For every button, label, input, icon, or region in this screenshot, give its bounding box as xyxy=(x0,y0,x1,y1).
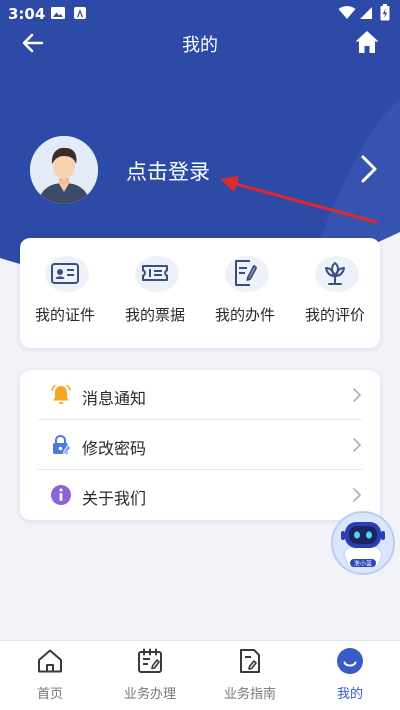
settings-menu-card: 消息通知 修改密码 关于我们 xyxy=(20,370,380,520)
menu-item-label: 修改密码 xyxy=(82,439,147,458)
my-receipts-item[interactable]: 我的票据 xyxy=(110,254,200,334)
menu-item-label: 消息通知 xyxy=(82,389,147,408)
quick-action-label: 我的评价 xyxy=(304,306,365,324)
tab-guide[interactable]: 业务指南 xyxy=(200,647,300,707)
chevron-right-icon xyxy=(353,488,361,502)
guide-icon xyxy=(240,649,260,673)
tab-label: 首页 xyxy=(36,687,63,702)
tab-label: 业务指南 xyxy=(223,687,276,702)
my-cases-item[interactable]: 我的办件 xyxy=(200,254,290,334)
menu-item-label: 关于我们 xyxy=(82,489,147,508)
tab-home[interactable]: 首页 xyxy=(0,647,100,707)
id-card-icon xyxy=(51,263,79,284)
my-reviews-item[interactable]: 我的评价 xyxy=(290,254,380,334)
tab-label: 业务办理 xyxy=(123,687,176,702)
ticket-icon xyxy=(142,265,168,281)
chevron-right-icon xyxy=(353,388,361,402)
annotation-arrow-icon xyxy=(220,176,378,224)
bell-icon xyxy=(51,384,71,404)
quick-action-label: 我的办件 xyxy=(214,306,275,324)
menu-item-change-password[interactable]: 修改密码 xyxy=(38,420,362,470)
info-icon xyxy=(51,485,71,505)
document-edit-icon xyxy=(235,260,257,286)
assistant-label: 准小蓝 xyxy=(354,560,372,568)
chevron-right-icon xyxy=(353,438,361,452)
profile-icon xyxy=(337,648,363,674)
menu-item-about-us[interactable]: 关于我们 xyxy=(38,470,362,520)
tab-profile[interactable]: 我的 xyxy=(300,647,400,707)
flower-icon xyxy=(325,262,345,285)
quick-actions-card: 我的证件 我的票据 我的办件 我的评价 xyxy=(20,238,380,348)
calendar-task-icon xyxy=(138,648,162,673)
menu-item-notifications[interactable]: 消息通知 xyxy=(38,370,362,420)
tab-label: 我的 xyxy=(336,687,363,702)
assistant-robot-button[interactable]: 准小蓝 xyxy=(330,510,396,576)
quick-action-label: 我的票据 xyxy=(124,306,185,324)
my-certificates-item[interactable]: 我的证件 xyxy=(20,254,110,334)
bottom-tab-bar: 首页 业务办理 业务指南 我的 xyxy=(0,640,400,710)
lock-edit-icon xyxy=(53,434,72,455)
tab-business[interactable]: 业务办理 xyxy=(100,647,200,707)
home-icon xyxy=(38,649,62,673)
robot-icon: 准小蓝 xyxy=(331,511,395,575)
quick-action-label: 我的证件 xyxy=(34,306,95,324)
